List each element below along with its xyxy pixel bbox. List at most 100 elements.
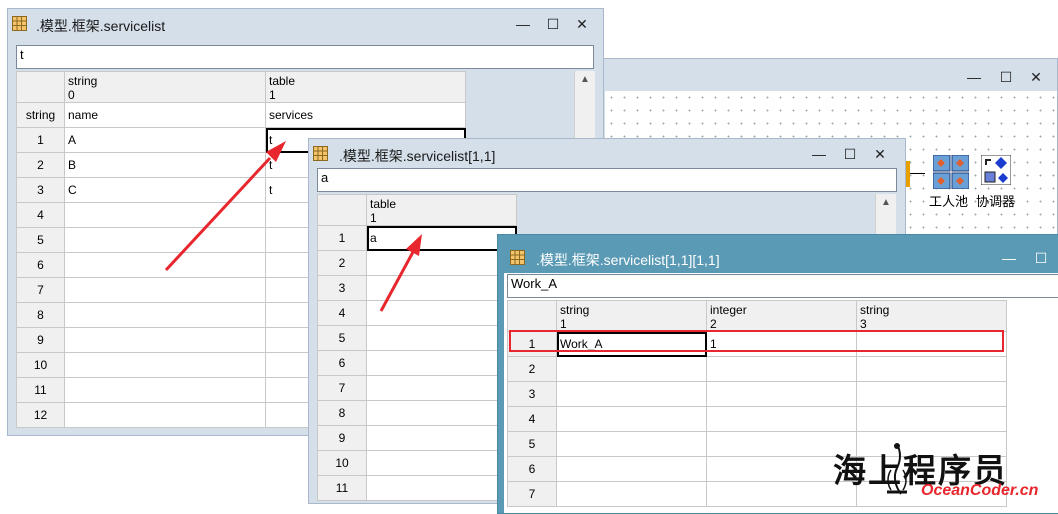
table-cell[interactable] bbox=[366, 450, 517, 476]
row-header[interactable]: 2 bbox=[317, 250, 367, 276]
table-cell[interactable] bbox=[64, 402, 266, 428]
row-header[interactable]: 10 bbox=[16, 352, 65, 378]
table-cell[interactable] bbox=[64, 252, 266, 278]
table-cell[interactable] bbox=[706, 381, 857, 407]
close-button[interactable]: ✕ bbox=[871, 145, 889, 163]
table-cell[interactable] bbox=[64, 202, 266, 228]
row-header[interactable]: 11 bbox=[317, 475, 367, 501]
table-cell[interactable]: A bbox=[64, 127, 266, 153]
row-header[interactable]: 6 bbox=[317, 350, 367, 376]
row-header[interactable]: 1 bbox=[317, 225, 367, 251]
servicelist-detail-window-titlebar[interactable]: .模型.框架.servicelist[1,1][1,1] — ☐ bbox=[498, 235, 1058, 268]
cell-value-input[interactable]: t bbox=[16, 45, 594, 69]
close-button[interactable]: ✕ bbox=[573, 15, 591, 33]
column-name-cell[interactable]: name bbox=[64, 102, 266, 128]
table-cell[interactable] bbox=[856, 381, 1007, 407]
row-header[interactable]: 4 bbox=[507, 406, 557, 432]
servicelist-window-titlebar[interactable]: .模型.框架.servicelist — ☐ ✕ bbox=[8, 9, 603, 39]
table-cell[interactable] bbox=[366, 375, 517, 401]
row-header[interactable]: 2 bbox=[16, 152, 65, 178]
servicelist-sub-window-titlebar[interactable]: .模型.框架.servicelist[1,1] — ☐ ✕ bbox=[309, 139, 905, 169]
table-cell[interactable] bbox=[366, 400, 517, 426]
table-cell[interactable] bbox=[64, 377, 266, 403]
minimize-button[interactable]: — bbox=[965, 68, 983, 86]
table-cell[interactable] bbox=[556, 406, 707, 432]
table-cell[interactable] bbox=[556, 431, 707, 457]
row-header[interactable]: 5 bbox=[16, 227, 65, 253]
table-cell[interactable] bbox=[856, 356, 1007, 382]
row-header[interactable]: 4 bbox=[317, 300, 367, 326]
table-cell[interactable] bbox=[366, 425, 517, 451]
table-cell[interactable] bbox=[366, 325, 517, 351]
table-cell[interactable] bbox=[64, 327, 266, 353]
table-cell[interactable] bbox=[64, 277, 266, 303]
row-header[interactable]: 4 bbox=[16, 202, 65, 228]
row-header[interactable]: 1 bbox=[16, 127, 65, 153]
maximize-button[interactable]: ☐ bbox=[1032, 249, 1050, 267]
row-header[interactable]: 5 bbox=[317, 325, 367, 351]
column-name-cell[interactable]: services bbox=[265, 102, 466, 128]
table-cell[interactable] bbox=[706, 406, 857, 432]
row-header[interactable]: 8 bbox=[317, 400, 367, 426]
column-header[interactable]: table 1 bbox=[265, 71, 466, 103]
row-header[interactable]: 11 bbox=[16, 377, 65, 403]
row-header[interactable]: 12 bbox=[16, 402, 65, 428]
table-cell[interactable] bbox=[366, 300, 517, 326]
coordinator-node[interactable]: 协调器 bbox=[976, 155, 1017, 209]
minimize-button[interactable]: — bbox=[810, 145, 828, 163]
maximize-button[interactable]: ☐ bbox=[544, 15, 562, 33]
table-cell[interactable] bbox=[366, 350, 517, 376]
table-cell-selected[interactable]: a bbox=[366, 225, 517, 251]
minimize-button[interactable]: — bbox=[514, 15, 532, 33]
row-header[interactable]: 2 bbox=[507, 356, 557, 382]
table-cell[interactable] bbox=[366, 250, 517, 276]
table-cell[interactable] bbox=[556, 481, 707, 507]
row-header[interactable]: 9 bbox=[16, 327, 65, 353]
row-header[interactable]: 10 bbox=[317, 450, 367, 476]
column-type: integer bbox=[710, 303, 747, 317]
row-header[interactable]: 7 bbox=[507, 481, 557, 507]
table-cell[interactable] bbox=[556, 356, 707, 382]
worker-pool-node[interactable]: 工人池 bbox=[929, 155, 971, 209]
row-header[interactable]: 8 bbox=[16, 302, 65, 328]
table-cell[interactable]: B bbox=[64, 152, 266, 178]
minimize-button[interactable]: — bbox=[1000, 249, 1018, 267]
table-cell[interactable] bbox=[64, 352, 266, 378]
sub-grid[interactable]: table 1 1a 2 3 4 5 6 7 8 9 10 11 bbox=[317, 194, 517, 501]
row-header[interactable]: 6 bbox=[16, 252, 65, 278]
table-cell[interactable] bbox=[706, 356, 857, 382]
row-header[interactable]: 6 bbox=[507, 456, 557, 482]
scroll-up-icon[interactable]: ▲ bbox=[575, 74, 595, 85]
table-icon bbox=[510, 250, 525, 265]
table-cell[interactable] bbox=[64, 302, 266, 328]
row-header[interactable]: 3 bbox=[16, 177, 65, 203]
table-cell[interactable] bbox=[366, 275, 517, 301]
cell-value-input[interactable]: Work_A bbox=[507, 274, 1058, 298]
connector-line bbox=[906, 161, 910, 187]
column-header[interactable]: string 0 bbox=[64, 71, 266, 103]
row-header[interactable]: 3 bbox=[507, 381, 557, 407]
maximize-button[interactable]: ☐ bbox=[841, 145, 859, 163]
table-cell[interactable] bbox=[366, 475, 517, 501]
column-header[interactable]: string 1 bbox=[556, 300, 707, 332]
cell-value-input[interactable]: a bbox=[317, 168, 897, 192]
row-header[interactable]: 3 bbox=[317, 275, 367, 301]
table-cell[interactable] bbox=[556, 381, 707, 407]
column-header[interactable]: table 1 bbox=[366, 194, 517, 226]
worker-pool-icon bbox=[933, 155, 969, 189]
row-header[interactable]: 7 bbox=[16, 277, 65, 303]
table-cell[interactable] bbox=[64, 227, 266, 253]
table-cell[interactable]: C bbox=[64, 177, 266, 203]
table-cell[interactable] bbox=[556, 456, 707, 482]
row-header[interactable]: 9 bbox=[317, 425, 367, 451]
window-title: .模型.框架.servicelist[1,1] bbox=[339, 148, 496, 164]
scroll-up-icon[interactable]: ▲ bbox=[876, 197, 896, 208]
model-window-titlebar[interactable]: — ☐ ✕ bbox=[599, 59, 1057, 89]
column-header[interactable]: integer 2 bbox=[706, 300, 857, 332]
column-header[interactable]: string 3 bbox=[856, 300, 1007, 332]
maximize-button[interactable]: ☐ bbox=[997, 68, 1015, 86]
row-header[interactable]: 7 bbox=[317, 375, 367, 401]
table-cell[interactable] bbox=[856, 406, 1007, 432]
close-button[interactable]: ✕ bbox=[1027, 68, 1045, 86]
row-header[interactable]: 5 bbox=[507, 431, 557, 457]
